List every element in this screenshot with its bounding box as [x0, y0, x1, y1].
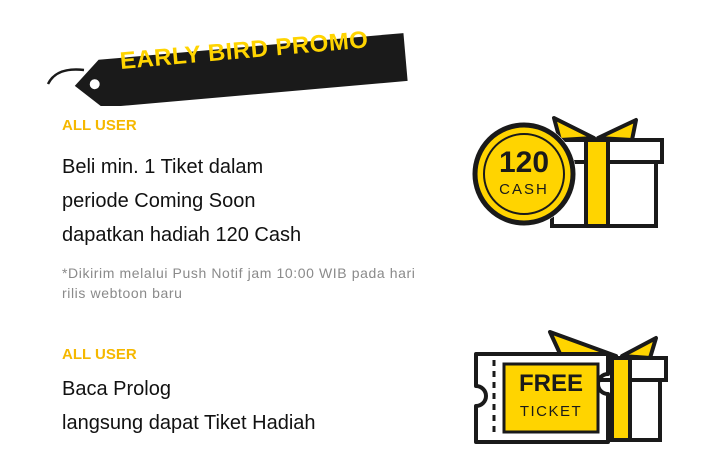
offer-1-footnote: *Dikirim melalui Push Notif jam 10:00 WI…: [62, 263, 416, 303]
promo-tag: EARLY BIRD PROMO: [44, 26, 416, 106]
offer-1-description: Beli min. 1 Tiket dalam periode Coming S…: [62, 150, 301, 252]
offer-2-line-2: langsung dapat Tiket Hadiah: [62, 412, 316, 434]
offer-2-audience-label: ALL USER: [62, 346, 137, 363]
offer-1-line-3: dapatkan hadiah 120 Cash: [62, 224, 302, 246]
offer-1-footnote-line-1: *Dikirim melalui Push Notif jam 10:00 WI…: [62, 265, 416, 281]
cash-amount: 120: [498, 146, 550, 179]
ticket-label: TICKET: [519, 403, 583, 420]
free-label: FREE: [518, 370, 583, 397]
offer-1-line-1: Beli min. 1 Tiket dalam: [62, 156, 264, 178]
offer-1-footnote-line-2: rilis webtoon baru: [62, 285, 183, 301]
offer-1-audience-label: ALL USER: [62, 117, 137, 134]
cash-gift-illustration: 120 CASH: [468, 116, 668, 230]
offer-2-description: Baca Prolog langsung dapat Tiket Hadiah: [62, 372, 316, 440]
offer-1-line-2: periode Coming Soon: [62, 190, 256, 212]
cash-unit: CASH: [499, 181, 549, 198]
offer-2-line-1: Baca Prolog: [62, 378, 171, 400]
free-ticket-illustration: FREE TICKET: [472, 328, 668, 448]
